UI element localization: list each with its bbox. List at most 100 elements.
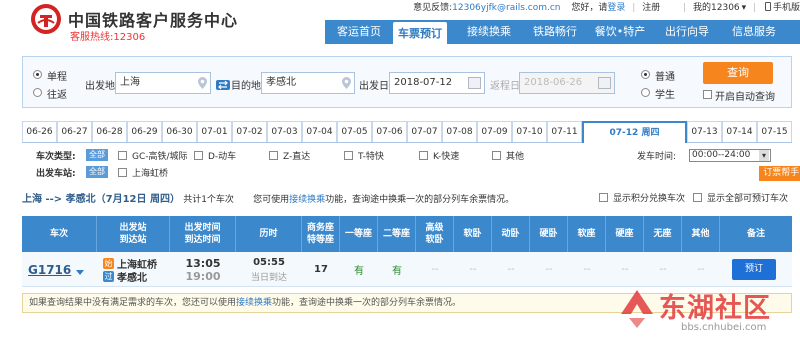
- auto-query-checkbox[interactable]: [703, 90, 712, 99]
- col-duration[interactable]: 历时: [236, 216, 302, 252]
- train-type-checkbox[interactable]: [492, 151, 501, 160]
- date-tab[interactable]: 07-11: [547, 121, 582, 142]
- train-type-all-tag[interactable]: 全部: [86, 149, 108, 161]
- location-pin-icon[interactable]: [198, 77, 207, 89]
- nav-info-service[interactable]: 信息服务: [721, 20, 787, 44]
- points-label[interactable]: 显示积分兑换车次: [613, 191, 685, 204]
- query-button[interactable]: 查询: [703, 62, 773, 84]
- all-trains-label[interactable]: 显示全部可预订车次: [707, 191, 788, 204]
- location-pin-icon[interactable]: [342, 77, 351, 89]
- date-tab[interactable]: 06-29: [127, 121, 162, 142]
- duration-cell: 05:55 当日到达: [236, 252, 302, 287]
- date-tab[interactable]: 07-01: [197, 121, 232, 142]
- second-class-cell[interactable]: 有: [378, 252, 416, 287]
- train-type-label-t[interactable]: T-特快: [358, 149, 384, 162]
- my12306-link[interactable]: 我的12306: [693, 3, 740, 13]
- note-transfer-link[interactable]: 接续换乘: [236, 298, 272, 308]
- col-times[interactable]: 出发时间 到达时间: [170, 216, 236, 252]
- date-tab[interactable]: 06-30: [162, 121, 197, 142]
- date-tab[interactable]: 07-10: [512, 121, 547, 142]
- train-type-label-k[interactable]: K-快速: [433, 149, 459, 162]
- date-tab[interactable]: 07-04: [302, 121, 337, 142]
- calendar-icon[interactable]: [468, 77, 481, 89]
- station-filter-label: 出发车站:: [36, 169, 76, 179]
- to-station-input[interactable]: 孝感北: [261, 72, 355, 94]
- date-tab-active[interactable]: 07-12 周四: [582, 121, 687, 143]
- date-tab[interactable]: 07-06: [372, 121, 407, 142]
- col-stations[interactable]: 出发站 到达站: [97, 216, 170, 252]
- col-business: 商务座 特等座: [302, 216, 340, 252]
- feedback-email-link[interactable]: 12306yjfk@rails.com.cn: [452, 3, 560, 13]
- mobile-link[interactable]: 手机版: [773, 3, 800, 13]
- calendar-icon[interactable]: [598, 77, 611, 89]
- depart-time-select[interactable]: 00:00--24:00: [689, 149, 771, 162]
- date-tab[interactable]: 07-14: [722, 121, 757, 142]
- from-station-input[interactable]: 上海: [115, 72, 211, 94]
- to-station[interactable]: 孝感北: [117, 269, 147, 284]
- passenger-normal-radio[interactable]: [641, 70, 650, 79]
- date-tab[interactable]: 06-26: [22, 121, 57, 142]
- date-tab[interactable]: 06-27: [57, 121, 92, 142]
- chevron-down-icon[interactable]: [76, 270, 85, 275]
- date-tab[interactable]: 06-28: [92, 121, 127, 142]
- trip-round-label[interactable]: 往返: [47, 86, 67, 101]
- col-train-no[interactable]: 车次: [22, 216, 97, 252]
- date-tab[interactable]: 07-09: [477, 121, 512, 142]
- booking-helper-button[interactable]: 订票帮手 ▾: [759, 166, 800, 181]
- first-class-cell[interactable]: 有: [340, 252, 378, 287]
- trip-single-radio[interactable]: [33, 70, 42, 79]
- passenger-student-radio[interactable]: [641, 88, 650, 97]
- trip-single-label[interactable]: 单程: [47, 68, 67, 83]
- register-link[interactable]: 注册: [642, 3, 660, 13]
- nav-travel-guide[interactable]: 出行向导: [653, 20, 721, 44]
- passenger-normal-label[interactable]: 普通: [655, 68, 675, 83]
- train-type-label-gc[interactable]: GC-高铁/城际: [132, 149, 188, 162]
- nav-catering[interactable]: 餐饮•特产: [587, 20, 653, 44]
- date-tab[interactable]: 07-05: [337, 121, 372, 142]
- swap-stations-icon[interactable]: [216, 80, 230, 90]
- top-utility-bar: 意见反馈:12306yjfk@rails.com.cn 您好，请登录 | 注册 …: [409, 0, 800, 14]
- station-all-tag[interactable]: 全部: [86, 166, 108, 178]
- business-seat-cell[interactable]: 17: [302, 252, 340, 287]
- date-tab[interactable]: 07-08: [442, 121, 477, 142]
- train-number-link[interactable]: G1716: [28, 263, 71, 277]
- note-prefix: 如果查询结果中没有满足需求的车次，您还可以使用: [29, 298, 237, 308]
- train-type-checkbox[interactable]: [269, 151, 278, 160]
- col-other: 其他: [682, 216, 720, 252]
- train-type-checkbox[interactable]: [194, 151, 203, 160]
- transfer-link[interactable]: 接续换乘: [289, 195, 325, 205]
- date-tab[interactable]: 07-15: [757, 121, 792, 142]
- col-premium-soft-sleeper: 高级 软卧: [416, 216, 454, 252]
- arrive-time: 19:00: [185, 269, 221, 283]
- train-type-checkbox[interactable]: [118, 151, 127, 160]
- train-type-label-d[interactable]: D-动车: [208, 149, 236, 162]
- login-link[interactable]: 登录: [607, 3, 625, 13]
- train-type-checkbox[interactable]: [419, 151, 428, 160]
- passenger-student-label[interactable]: 学生: [655, 86, 675, 101]
- date-tab[interactable]: 07-02: [232, 121, 267, 142]
- trip-round-radio[interactable]: [33, 88, 42, 97]
- train-type-label-other[interactable]: 其他: [506, 149, 524, 162]
- station-checkbox[interactable]: [118, 168, 127, 177]
- nav-transfer[interactable]: 接续换乘: [455, 20, 523, 44]
- nav-rail-pass[interactable]: 铁路畅行: [523, 20, 587, 44]
- date-tab[interactable]: 07-13: [687, 121, 722, 142]
- train-type-label-z[interactable]: Z-直达: [283, 149, 310, 162]
- station-filter-option[interactable]: 上海虹桥: [132, 166, 168, 179]
- train-type-checkbox[interactable]: [344, 151, 353, 160]
- to-label: 目的地: [231, 81, 261, 92]
- col-soft-sleeper: 软卧: [454, 216, 492, 252]
- return-date-input[interactable]: 2018-06-26: [519, 72, 615, 94]
- railway-logo[interactable]: [30, 3, 62, 35]
- auto-query-label[interactable]: 开启自动查询: [715, 88, 775, 103]
- nav-home[interactable]: 客运首页: [325, 20, 393, 44]
- date-tab[interactable]: 07-07: [407, 121, 442, 142]
- train-number-cell: G1716: [22, 252, 97, 287]
- nav-ticket-booking[interactable]: 车票预订: [393, 22, 447, 44]
- chevron-down-icon[interactable]: ▾: [742, 3, 747, 13]
- points-checkbox[interactable]: [599, 193, 608, 202]
- date-tab[interactable]: 07-03: [267, 121, 302, 142]
- book-button[interactable]: 预订: [732, 259, 776, 280]
- all-trains-checkbox[interactable]: [693, 193, 702, 202]
- depart-date-input[interactable]: 2018-07-12: [389, 72, 485, 94]
